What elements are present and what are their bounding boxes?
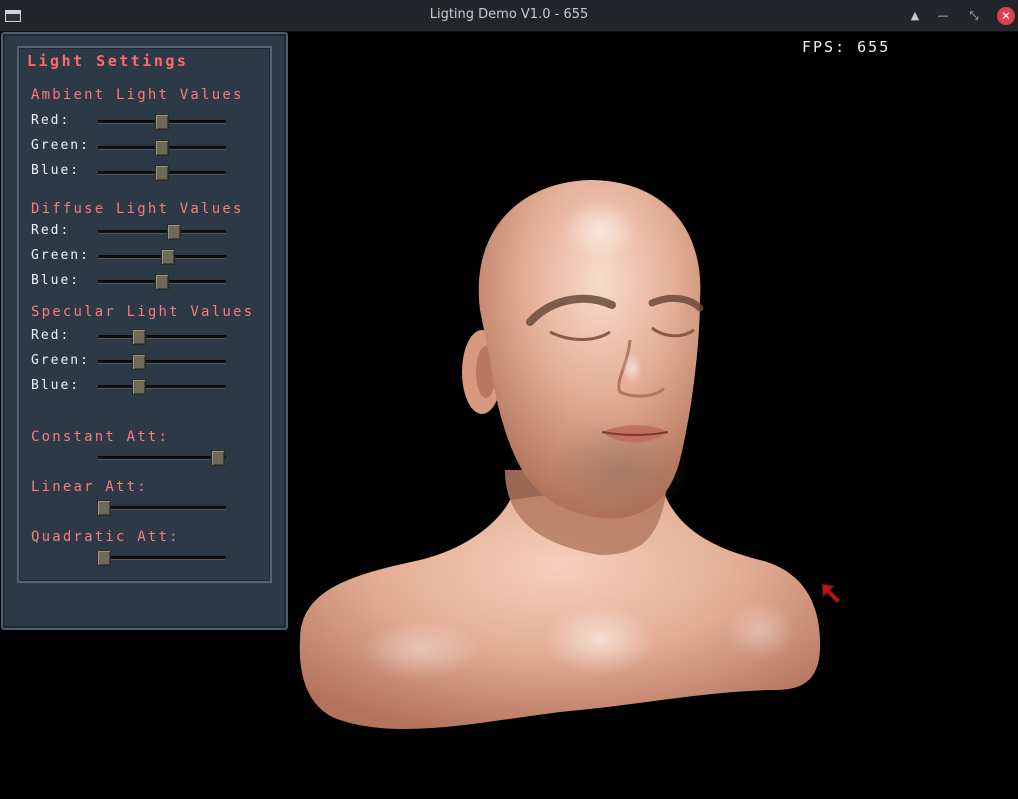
ambient-red-slider[interactable] [98,114,226,130]
specular-green-slider[interactable] [98,354,226,370]
minimize-button[interactable]: — [935,8,951,24]
specular-green-label: Green: [31,353,90,368]
constant-att-label: Constant Att: [31,429,170,445]
diffuse-blue-label: Blue: [31,273,81,288]
ambient-green-slider[interactable] [98,140,226,156]
diffuse-red-slider[interactable] [98,224,226,240]
slider-track [98,335,226,339]
slider-thumb[interactable] [155,114,169,130]
slider-thumb[interactable] [155,165,169,181]
ambient-green-label: Green: [31,138,90,153]
slider-thumb[interactable] [97,550,111,566]
diffuse-green-label: Green: [31,248,90,263]
slider-track [98,360,226,364]
diffuse-green-slider[interactable] [98,249,226,265]
specular-red-slider[interactable] [98,329,226,345]
keep-above-icon[interactable]: ▲ [907,8,923,24]
slider-thumb[interactable] [167,224,181,240]
quadratic-att-label: Quadratic Att: [31,529,180,545]
ambient-blue-slider[interactable] [98,165,226,181]
slider-thumb[interactable] [161,249,175,265]
panel-title: Light Settings [27,52,189,70]
mouse-cursor-icon [821,583,841,604]
slider-track [98,556,226,560]
title-bar: Ligting Demo V1.0 - 655 ▲ — ⤡ ✕ [0,0,1018,32]
slider-track [98,506,226,510]
slider-thumb[interactable] [211,450,225,466]
slider-track [98,385,226,389]
slider-thumb[interactable] [155,274,169,290]
window-title: Ligting Demo V1.0 - 655 [429,7,589,22]
slider-thumb[interactable] [132,379,146,395]
linear-att-slider[interactable] [97,500,226,516]
slider-thumb[interactable] [132,329,146,345]
fps-counter: FPS: 655 [802,38,891,56]
ambient-section-title: Ambient Light Values [31,87,244,103]
diffuse-section-title: Diffuse Light Values [31,201,244,217]
specular-red-label: Red: [31,328,71,343]
diffuse-blue-slider[interactable] [98,274,226,290]
ambient-blue-label: Blue: [31,163,81,178]
specular-blue-slider[interactable] [98,379,226,395]
slider-thumb[interactable] [132,354,146,370]
constant-att-slider[interactable] [98,450,226,466]
slider-thumb[interactable] [155,140,169,156]
slider-track [98,230,226,234]
restore-button[interactable]: ⤡ [966,8,982,24]
slider-track [98,456,226,460]
ambient-red-label: Red: [31,113,71,128]
quadratic-att-slider[interactable] [97,550,226,566]
close-button[interactable]: ✕ [997,7,1015,25]
diffuse-red-label: Red: [31,223,71,238]
specular-blue-label: Blue: [31,378,81,393]
linear-att-label: Linear Att: [31,479,148,495]
slider-thumb[interactable] [97,500,111,516]
specular-section-title: Specular Light Values [31,304,255,320]
